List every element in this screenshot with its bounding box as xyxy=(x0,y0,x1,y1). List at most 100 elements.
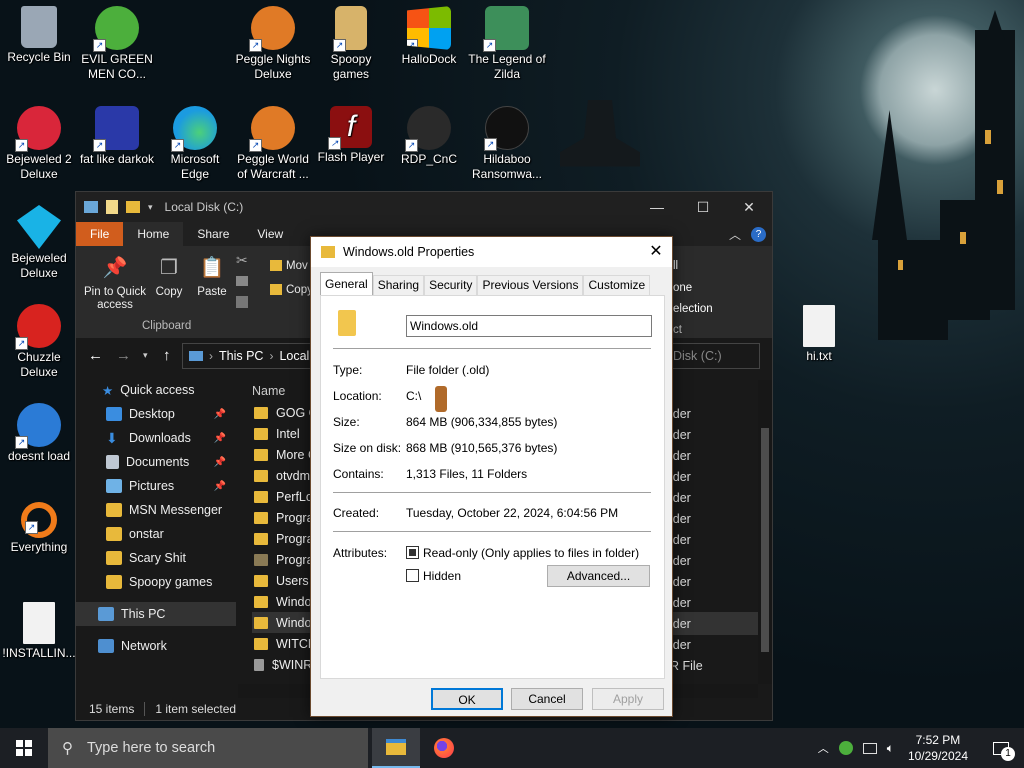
tab-sharing[interactable]: Sharing xyxy=(372,275,425,295)
system-tray: ︿ 🔈︎ 7:52 PM 10/29/2024 1 xyxy=(818,732,1024,764)
status-selected: 1 item selected xyxy=(155,702,237,716)
desktop-icon[interactable]: Recycle Bin xyxy=(0,6,78,65)
readonly-checkbox[interactable] xyxy=(406,546,419,559)
nav-item-spoopy-games[interactable]: Spoopy games xyxy=(76,570,236,594)
advanced-button[interactable]: Advanced... xyxy=(547,565,650,587)
file-name: Windo xyxy=(276,594,312,609)
desktop-icon[interactable]: ↗ EVIL GREEN MEN CO... xyxy=(78,6,156,82)
thunderbird-icon: ↗ xyxy=(15,403,61,449)
desktop-icon[interactable]: ↗ Chuzzle Deluxe xyxy=(0,304,78,380)
action-center-button[interactable]: 1 xyxy=(986,733,1016,763)
desktop-icon[interactable]: ↗ Bejeweled 2 Deluxe xyxy=(0,106,78,182)
nav-item-network[interactable]: Network xyxy=(76,634,236,658)
nav-item-scary-shit[interactable]: Scary Shit xyxy=(76,546,236,570)
volume-icon[interactable]: 🔈︎ xyxy=(887,741,894,756)
desktop-icon[interactable]: ↗ Everything xyxy=(0,502,78,555)
start-button[interactable] xyxy=(0,728,48,768)
spoopy-games-icon: ↗ xyxy=(333,6,367,52)
breadcrumb-local-disk[interactable]: Local xyxy=(279,349,309,363)
breadcrumb-this-pc[interactable]: This PC xyxy=(219,349,263,363)
close-button[interactable]: ✕ xyxy=(726,192,772,222)
nav-item-downloads[interactable]: ⬇ Downloads 📌 xyxy=(76,426,236,450)
address-bar[interactable]: › This PC › Local xyxy=(182,343,312,369)
properties-icon[interactable] xyxy=(106,200,118,214)
desktop-icon[interactable]: ↗ RDP_CnC xyxy=(390,106,468,167)
desktop-icon[interactable]: ↗ doesnt load xyxy=(0,403,78,464)
invert-selection-button[interactable]: election xyxy=(673,303,713,315)
nav-item-pictures[interactable]: Pictures 📌 xyxy=(76,474,236,498)
select-all-button[interactable]: ll xyxy=(673,260,678,272)
select-none-button[interactable]: one xyxy=(673,282,692,294)
dropdown-arrow-icon[interactable]: ▾ xyxy=(148,202,153,213)
taskbar-app-file-explorer[interactable] xyxy=(372,728,420,768)
ok-button[interactable]: OK xyxy=(431,688,503,710)
back-icon[interactable]: ← xyxy=(88,347,103,364)
mpl-icon: ↗ xyxy=(93,106,139,152)
desktop-icon[interactable]: ↗ Microsoft Edge xyxy=(156,106,234,182)
tab-home[interactable]: Home xyxy=(123,222,184,246)
taskbar-app-firefox[interactable] xyxy=(420,728,468,768)
up-icon[interactable]: ↑ xyxy=(163,347,171,364)
scroll-thumb[interactable] xyxy=(761,428,769,652)
notification-badge: 1 xyxy=(1001,747,1015,761)
folder-icon xyxy=(254,637,268,650)
desktop-icon[interactable]: Bejeweled Deluxe xyxy=(0,205,78,281)
nav-item-documents[interactable]: Documents 📌 xyxy=(76,450,236,474)
vertical-scrollbar[interactable] xyxy=(758,380,772,684)
paste-shortcut-icon[interactable] xyxy=(236,296,248,308)
help-icon[interactable]: ? xyxy=(751,226,766,242)
desktop-icon[interactable]: ↗ Hildaboo Ransomwa... xyxy=(468,106,546,182)
copy-button[interactable]: ❐ Copy xyxy=(152,254,186,299)
quick-access-toolbar-icon[interactable] xyxy=(84,201,98,213)
desktop-icon[interactable]: hi.txt xyxy=(780,305,858,364)
tab-file[interactable]: File xyxy=(76,222,124,246)
show-hidden-icons-chevron-icon[interactable]: ︿ xyxy=(818,740,829,756)
move-to-button[interactable]: Mov xyxy=(270,260,308,272)
folder-name-input[interactable] xyxy=(406,315,652,337)
desktop-icon[interactable]: ↗ fat like darkok xyxy=(78,106,156,167)
minimize-button[interactable]: — xyxy=(634,192,680,222)
cancel-button[interactable]: Cancel xyxy=(511,688,583,710)
nav-item-onstar[interactable]: onstar xyxy=(76,522,236,546)
tab-security[interactable]: Security xyxy=(424,275,478,295)
cut-icon[interactable]: ✂ xyxy=(236,252,248,269)
msn-tray-icon[interactable] xyxy=(838,741,853,755)
tab-customize[interactable]: Customize xyxy=(583,275,651,295)
nav-item-desktop[interactable]: Desktop 📌 xyxy=(76,402,236,426)
copy-path-icon[interactable] xyxy=(236,276,248,286)
tab-general[interactable]: General xyxy=(320,272,373,295)
apply-button[interactable]: Apply xyxy=(592,688,664,710)
nav-item-msn-messenger[interactable]: MSN Messenger xyxy=(76,498,236,522)
tab-share[interactable]: Share xyxy=(183,222,243,246)
maximize-button[interactable]: ☐ xyxy=(680,192,726,222)
folder-icon xyxy=(106,575,122,589)
desktop-icon[interactable]: ↗ The Legend of Zilda xyxy=(468,6,546,82)
copy-to-button[interactable]: Copy xyxy=(270,284,313,296)
close-button[interactable]: ✕ xyxy=(640,237,672,267)
pin-icon: 📌 xyxy=(102,257,128,279)
desktop-icon[interactable]: f ↗ Flash Player xyxy=(312,106,390,165)
paste-button[interactable]: 📋 Paste xyxy=(194,254,230,299)
collapse-ribbon-icon[interactable]: ︿ xyxy=(729,226,741,243)
desktop-icon[interactable]: ↗ HalloDock xyxy=(390,6,468,67)
nav-item-this-pc[interactable]: This PC xyxy=(76,602,236,626)
nav-item-quick-access[interactable]: ★ Quick access xyxy=(76,378,236,402)
tab-view[interactable]: View xyxy=(243,222,297,246)
search-box[interactable]: Disk (C:) xyxy=(666,343,760,369)
taskbar-search-box[interactable]: ⚲ Type here to search xyxy=(48,728,368,768)
recent-locations-icon[interactable]: ▾ xyxy=(143,350,148,361)
pin-to-quick-access-button[interactable]: 📌 Pin to Quick access xyxy=(82,254,148,312)
navigation-pane: ★ Quick access Desktop 📌 ⬇ Downloads 📌 D… xyxy=(76,378,236,698)
desktop-icon[interactable]: ↗ Spoopy games xyxy=(312,6,390,82)
tab-previous-versions[interactable]: Previous Versions xyxy=(477,275,584,295)
desktop-icon[interactable]: ↗ Peggle World of Warcraft ... xyxy=(234,106,312,182)
forward-icon[interactable]: → xyxy=(116,347,131,364)
clock[interactable]: 7:52 PM 10/29/2024 xyxy=(908,732,968,764)
desktop-icon[interactable]: ↗ Peggle Nights Deluxe xyxy=(234,6,312,82)
new-folder-icon[interactable] xyxy=(126,201,140,213)
file-type: lder xyxy=(670,491,691,505)
desktop-icon[interactable]: !INSTALLIN... xyxy=(0,602,78,661)
hidden-checkbox[interactable] xyxy=(406,569,419,582)
file-name: Progra xyxy=(276,552,314,567)
network-tray-icon[interactable] xyxy=(862,742,877,754)
